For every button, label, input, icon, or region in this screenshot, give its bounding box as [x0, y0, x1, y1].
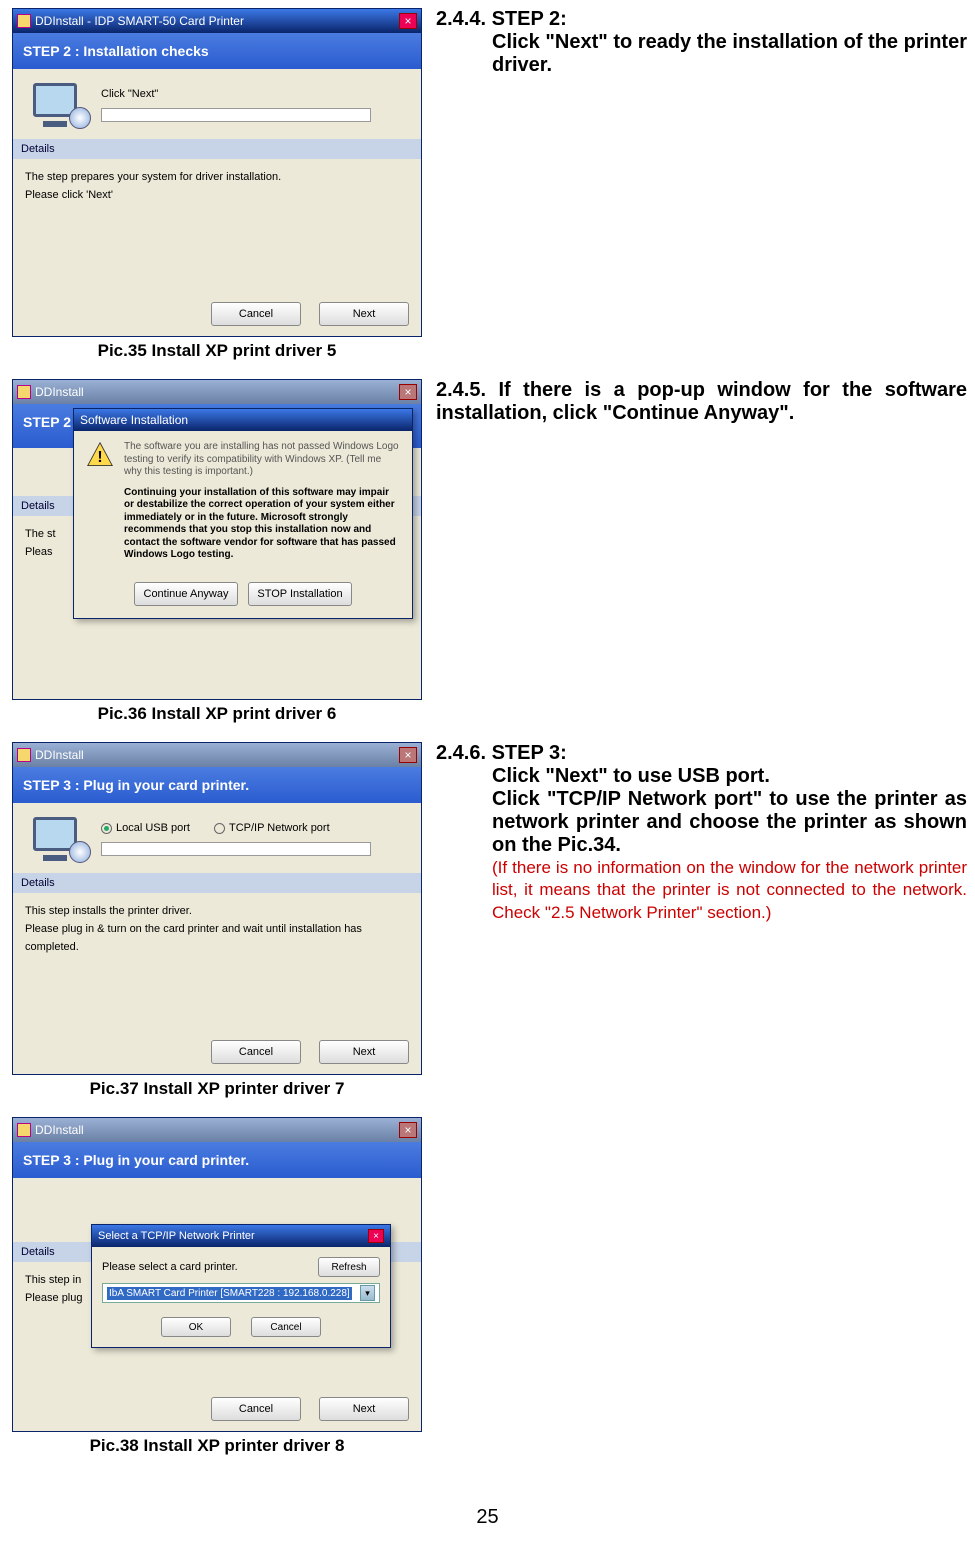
cancel-button[interactable]: Cancel [211, 1040, 301, 1064]
progress-bar [101, 842, 371, 856]
next-button[interactable]: Next [319, 1397, 409, 1421]
figure-caption: Pic.37 Install XP printer driver 7 [8, 1079, 426, 1099]
pic37-window: DDInstall × STEP 3 : Plug in your card p… [12, 742, 422, 1075]
details-label: Details [13, 139, 421, 159]
section-body: Click "Next" to ready the installation o… [492, 31, 967, 77]
radio-selected-icon [101, 823, 112, 834]
progress-bar [101, 108, 371, 122]
computer-icon [33, 817, 87, 861]
app-icon [17, 14, 31, 28]
pic38-window: DDInstall × STEP 3 : Plug in your card p… [12, 1117, 422, 1432]
ok-button[interactable]: OK [161, 1317, 231, 1337]
installer-mid: Local USB port TCP/IP Network port [13, 803, 421, 873]
radio-unselected-icon [214, 823, 225, 834]
popup-para1: The software you are installing has not … [124, 441, 400, 479]
printer-select[interactable]: IbA SMART Card Printer [SMART228 : 192.1… [102, 1283, 380, 1303]
pic38-titlebar: DDInstall × [13, 1118, 421, 1142]
pic35-titlebar: DDInstall - IDP SMART-50 Card Printer × [13, 9, 421, 33]
stop-installation-button[interactable]: STOP Installation [248, 582, 352, 606]
section-heading: 2.4.6. STEP 3: [436, 742, 967, 765]
window-title: DDInstall [35, 385, 84, 399]
hint-text: Click "Next" [101, 88, 411, 100]
app-icon [17, 385, 31, 399]
close-icon[interactable]: × [368, 1229, 384, 1243]
pic36-window: DDInstall × STEP 2 : Details The st Plea… [12, 379, 422, 700]
software-installation-popup: Software Installation ! The software you… [73, 408, 413, 619]
details-body: The step prepares your system for driver… [13, 159, 421, 292]
popup-title: Software Installation [80, 413, 188, 427]
close-icon[interactable]: × [399, 384, 417, 400]
tcpip-radio[interactable]: TCP/IP Network port [214, 822, 330, 834]
step-banner: STEP 2 : Installation checks [13, 33, 421, 69]
svg-text:!: ! [97, 449, 102, 466]
window-title: DDInstall [35, 1123, 84, 1137]
step-banner: STEP 3 : Plug in your card printer. [13, 767, 421, 803]
pic36-titlebar: DDInstall × [13, 380, 421, 404]
details-line: The step prepares your system for driver… [25, 169, 409, 187]
details-line: Please plug in & turn on the card printe… [25, 921, 409, 956]
window-title: DDInstall - IDP SMART-50 Card Printer [35, 14, 244, 28]
figure-caption: Pic.35 Install XP print driver 5 [8, 341, 426, 361]
next-button[interactable]: Next [319, 302, 409, 326]
app-icon [17, 748, 31, 762]
figure-caption: Pic.36 Install XP print driver 6 [8, 704, 426, 724]
cancel-button[interactable]: Cancel [211, 302, 301, 326]
pic37-titlebar: DDInstall × [13, 743, 421, 767]
close-icon[interactable]: × [399, 13, 417, 29]
popup-titlebar: Software Installation [74, 409, 412, 431]
close-icon[interactable]: × [399, 1122, 417, 1138]
section-body: Click "Next" to use USB port. [492, 765, 967, 788]
details-line: This step installs the printer driver. [25, 903, 409, 921]
figure-caption: Pic.38 Install XP printer driver 8 [8, 1436, 426, 1456]
warning-icon: ! [86, 441, 114, 469]
continue-anyway-button[interactable]: Continue Anyway [134, 582, 238, 606]
section-heading: 2.4.4. STEP 2: [436, 8, 967, 31]
local-usb-radio[interactable]: Local USB port [101, 822, 190, 834]
section-heading: 2.4.5. If there is a pop-up window for t… [436, 379, 967, 425]
popup-instruction: Please select a card printer. [102, 1261, 238, 1273]
window-title: DDInstall [35, 748, 84, 762]
radio-label: TCP/IP Network port [229, 822, 330, 834]
popup-para2: Continuing your installation of this sof… [124, 487, 400, 562]
step-banner: STEP 3 : Plug in your card printer. [13, 1142, 421, 1178]
refresh-button[interactable]: Refresh [318, 1257, 380, 1277]
computer-icon [33, 83, 87, 127]
cancel-button[interactable]: Cancel [251, 1317, 321, 1337]
close-icon[interactable]: × [399, 747, 417, 763]
app-icon [17, 1123, 31, 1137]
select-network-printer-popup: Select a TCP/IP Network Printer × Please… [91, 1224, 391, 1348]
details-label: Details [13, 873, 421, 893]
radio-label: Local USB port [116, 822, 190, 834]
section-body: Click "TCP/IP Network port" to use the p… [492, 788, 967, 857]
chevron-down-icon[interactable]: ▾ [360, 1285, 375, 1301]
popup-title: Select a TCP/IP Network Printer [98, 1230, 255, 1242]
page-number: 25 [8, 1506, 967, 1529]
printer-select-value: IbA SMART Card Printer [SMART228 : 192.1… [107, 1287, 352, 1300]
pic35-window: DDInstall - IDP SMART-50 Card Printer × … [12, 8, 422, 337]
details-body: This step installs the printer driver. P… [13, 893, 421, 1030]
section-note: (If there is no information on the windo… [492, 857, 967, 923]
installer-mid: Click "Next" [13, 69, 421, 139]
details-line: Please click 'Next' [25, 187, 409, 205]
popup-titlebar: Select a TCP/IP Network Printer × [92, 1225, 390, 1247]
next-button[interactable]: Next [319, 1040, 409, 1064]
cancel-button[interactable]: Cancel [211, 1397, 301, 1421]
